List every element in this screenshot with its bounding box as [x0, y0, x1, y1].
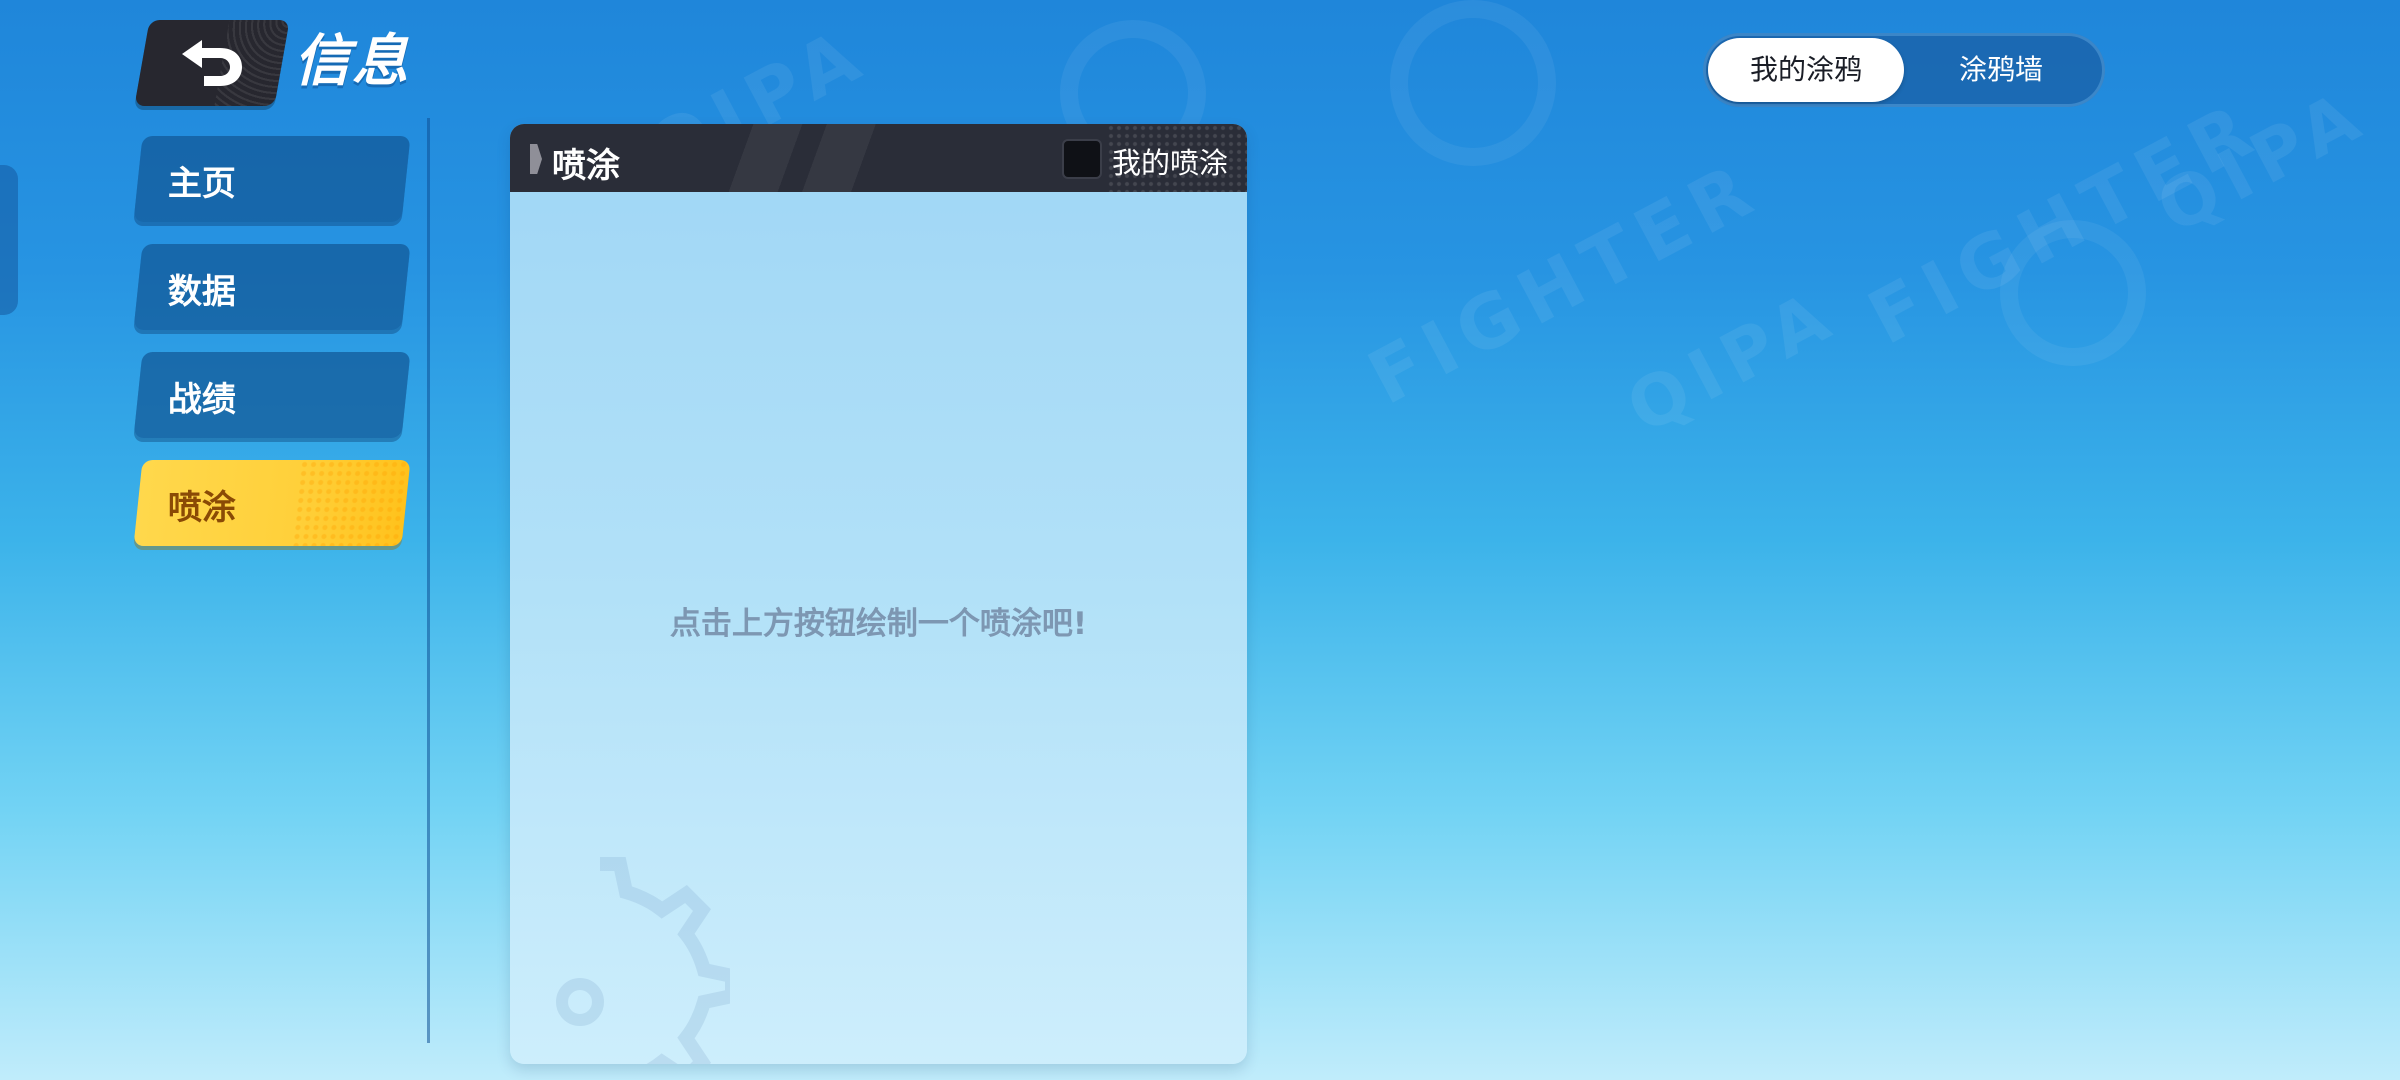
background-watermark: QIPA [2143, 72, 2381, 250]
sidebar-item-home[interactable]: 主页 [133, 136, 411, 222]
sidebar-item-spray[interactable]: 喷涂 [133, 460, 411, 546]
left-edge-handle[interactable] [0, 165, 18, 315]
my-spray-label[interactable]: 我的喷涂 [1112, 140, 1228, 182]
back-arrow-icon [182, 40, 242, 86]
sidebar-item-label: 主页 [167, 164, 236, 204]
graffiti-view-toggle: 我的涂鸦 涂鸦墙 [1703, 33, 2105, 107]
sidebar-item-label: 战绩 [167, 380, 236, 420]
background-watermark: FIGHTER [1354, 144, 1774, 422]
sidebar-item-data[interactable]: 数据 [133, 244, 411, 330]
spray-panel: 喷涂 我的喷涂 点击上方按钮绘制一个喷涂吧! [510, 124, 1247, 1064]
panel-header: 喷涂 我的喷涂 [510, 124, 1247, 192]
empty-state-message: 点击上方按钮绘制一个喷涂吧! [669, 606, 1088, 642]
page-title: 信息 [294, 29, 410, 94]
sidebar-item-label: 喷涂 [167, 488, 236, 528]
background-watermark: QIPA [1613, 272, 1851, 450]
header-marker-icon [530, 144, 542, 174]
panel-title: 喷涂 [552, 146, 620, 186]
toggle-my-graffiti[interactable]: 我的涂鸦 [1708, 38, 1904, 102]
toggle-graffiti-wall[interactable]: 涂鸦墙 [1903, 38, 2099, 102]
background-emblem [1390, 0, 1556, 166]
gear-emblem-icon [556, 857, 730, 1064]
my-spray-checkbox[interactable] [1062, 139, 1102, 179]
back-button[interactable] [134, 20, 290, 106]
sidebar-divider [427, 118, 430, 1043]
sidebar-item-label: 数据 [167, 272, 236, 312]
sidebar-item-records[interactable]: 战绩 [133, 352, 411, 438]
background-watermark: FIGHTER [1854, 84, 2274, 362]
background-emblem [2000, 220, 2146, 366]
